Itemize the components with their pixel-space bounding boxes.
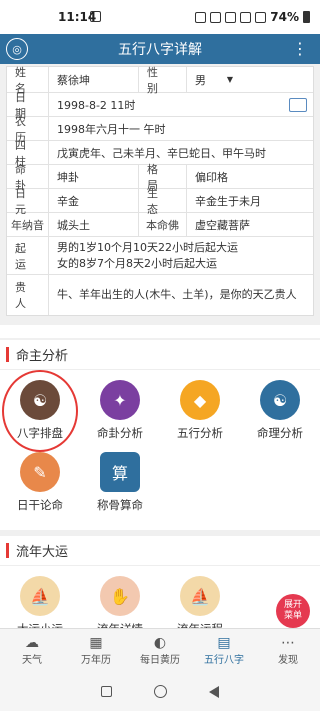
gender-value: 男 (195, 73, 206, 87)
back-icon[interactable] (209, 685, 219, 698)
gender-select[interactable]: 男 ▼ (187, 67, 313, 92)
fab-line1: 展开 (283, 600, 302, 610)
lunar-value: 1998年六月十一 午时 (57, 122, 166, 136)
benming-value: 虚空藏菩萨 (195, 218, 250, 232)
item-label: 五行分析 (177, 426, 223, 440)
row-qiyun: 起 运 男的1岁10个月10天22小时后起大运 女的8岁7个月8天2小时后起大运 (7, 237, 313, 275)
tab-label: 天气 (22, 655, 42, 666)
sailboat-icon: ⛵ (180, 576, 220, 616)
qiyun-label: 起 运 (7, 237, 49, 274)
tab-calendar[interactable]: ▦ 万年历 (64, 629, 128, 672)
fab-line2: 菜单 (283, 611, 302, 621)
wifi-icon (240, 11, 252, 23)
nayin-label: 年纳音 (7, 213, 49, 236)
guiren-label: 贵 人 (7, 275, 49, 315)
row-lunar: 农 历 1998年六月十一 午时 (7, 115, 313, 144)
riyuan-value: 辛金 (49, 189, 139, 212)
tab-label: 发现 (278, 655, 298, 666)
system-nav-bar (0, 672, 320, 711)
gua-value: 坤卦 (49, 165, 139, 188)
item-label: 日干论命 (17, 498, 63, 512)
expand-menu-button[interactable]: 展开 菜单 (276, 594, 310, 628)
gender-label: 性 别 (139, 66, 187, 95)
shengtai-label: 生 态 (139, 187, 187, 216)
page-title: 五行八字详解 (118, 42, 202, 58)
abacus-icon: 算 (100, 452, 140, 492)
status-bar: 11:14 74% (0, 0, 320, 34)
item-label: 命理分析 (257, 426, 303, 440)
item-mingli[interactable]: ☯ 命理分析 (240, 376, 320, 448)
row-nayin: 年纳音 城头土 本命佛 虚空藏菩萨 (7, 213, 313, 237)
riyuan-label: 日 元 (7, 187, 49, 216)
section-liunian: 流年大运 ⛵大运小运 ✋流年详情 ⛵流年运程 (0, 536, 320, 636)
item-minggua[interactable]: ✦ 命卦分析 (80, 376, 160, 448)
row-name: 姓 名 蔡徐坤 性 别 男 ▼ (7, 66, 313, 95)
signal-icon (255, 11, 267, 23)
calendar-icon: ▦ (89, 635, 103, 651)
battery-text: 74% (270, 10, 299, 24)
gold-ingot-icon: ◆ (180, 380, 220, 420)
dropdown-arrow-icon: ▼ (226, 75, 233, 84)
guiren-value: 牛、羊年出生的人(木牛、土羊)，是你的天乙贵人 (57, 288, 297, 301)
highlight-circle (2, 370, 78, 452)
item-label: 称骨算命 (97, 498, 143, 512)
app-bar: ◎ 五行八字详解 ⋮ (0, 34, 320, 64)
mute-icon (225, 11, 237, 23)
image-notification-icon (90, 11, 101, 22)
row-riyuan: 日 元 辛金 生 态 辛金生于未月 (7, 187, 313, 216)
shengtai-value: 辛金生于未月 (195, 194, 261, 208)
tab-label: 每日黄历 (140, 655, 180, 666)
section-title: 命主分析 (0, 340, 320, 370)
section-title: 流年大运 (0, 536, 320, 566)
nayin-value: 城头土 (49, 213, 139, 236)
sailboat-icon: ⛵ (20, 576, 60, 616)
status-right: 74% (195, 10, 310, 24)
geju-value: 偏印格 (195, 170, 228, 184)
tab-label: 万年历 (81, 655, 111, 666)
moon-icon: ◐ (153, 635, 167, 651)
date-value[interactable]: 1998-8-2 11时 (49, 93, 283, 116)
tab-weather[interactable]: ☁ 天气 (0, 629, 64, 672)
tab-label: 五行八字 (204, 655, 244, 666)
qiyun-line2: 女的8岁7个月8天2小时后起大运 (57, 256, 217, 270)
row-date: 日 期 1998-8-2 11时 (7, 91, 313, 120)
home-icon[interactable] (154, 685, 167, 698)
taiji-icon: ☯ (260, 380, 300, 420)
more-menu-icon[interactable]: ⋮ (292, 40, 308, 58)
info-table: 姓 名 蔡徐坤 性 别 男 ▼ 日 期 1998-8-2 11时 农 历 199… (6, 66, 314, 316)
alarm-icon (195, 11, 207, 23)
bottom-tab-bar: ☁ 天气 ▦ 万年历 ◐ 每日黄历 ▤ 五行八字 ⋯ 发现 (0, 628, 320, 672)
battery-icon (303, 11, 310, 23)
recents-icon[interactable] (101, 686, 112, 697)
item-chenggu[interactable]: 算称骨算命 (80, 448, 160, 520)
cloud-decoration (0, 325, 320, 338)
dharma-icon: ✦ (100, 380, 140, 420)
item-label: 命卦分析 (97, 426, 143, 440)
dots-icon: ⋯ (281, 635, 295, 651)
tab-almanac[interactable]: ◐ 每日黄历 (128, 629, 192, 672)
scroll-hand-icon: ✋ (100, 576, 140, 616)
item-rigan[interactable]: ✎ 日干论命 (0, 448, 80, 520)
tab-wuxing-bazi[interactable]: ▤ 五行八字 (192, 629, 256, 672)
item-wuxing[interactable]: ◆ 五行分析 (160, 376, 240, 448)
nfc-icon (210, 11, 222, 23)
row-guiren: 贵 人 牛、羊年出生的人(木牛、土羊)，是你的天乙贵人 (7, 275, 313, 315)
share-icon[interactable]: ◎ (6, 38, 28, 60)
book-icon: ▤ (217, 635, 231, 651)
scroll-icon: ✎ (20, 452, 60, 492)
benming-label: 本命佛 (139, 213, 187, 236)
tab-discover[interactable]: ⋯ 发现 (256, 629, 320, 672)
name-input[interactable]: 蔡徐坤 (49, 67, 139, 92)
qiyun-line1: 男的1岁10个月10天22小时后起大运 (57, 240, 238, 254)
qiyun-value: 男的1岁10个月10天22小时后起大运 女的8岁7个月8天2小时后起大运 (49, 237, 313, 274)
calendar-icon[interactable] (289, 98, 307, 112)
cloud-icon: ☁ (25, 635, 39, 651)
